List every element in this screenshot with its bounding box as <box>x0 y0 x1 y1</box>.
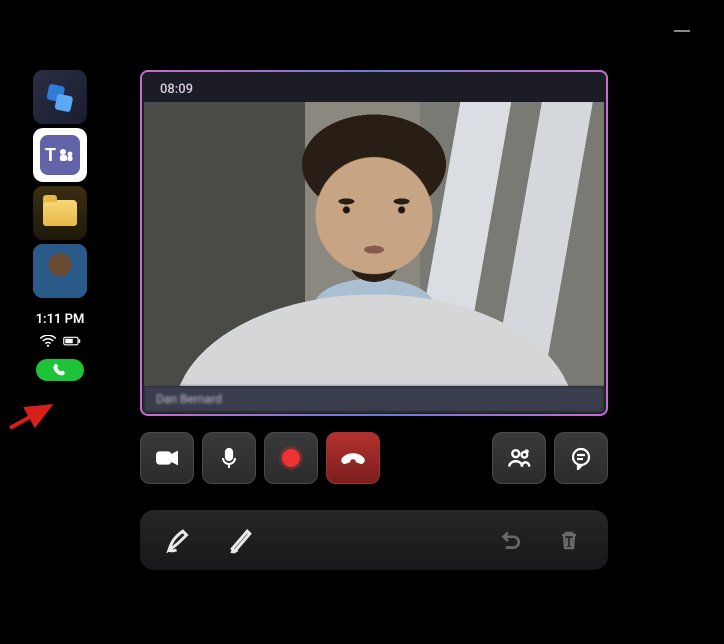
video-feed-container: 08:09 Dan Bernard <box>142 72 606 414</box>
sidebar-tile-files[interactable] <box>33 186 87 240</box>
wifi-icon <box>39 335 57 347</box>
minimize-button[interactable] <box>674 30 690 32</box>
call-controls <box>140 430 608 486</box>
camera-toggle-button[interactable] <box>140 432 194 484</box>
active-call-indicator[interactable] <box>36 359 84 381</box>
people-icon <box>506 445 532 471</box>
undo-icon <box>496 527 522 553</box>
trash-icon <box>557 528 581 552</box>
chat-button[interactable] <box>554 432 608 484</box>
phone-icon <box>52 362 68 378</box>
mic-toggle-button[interactable] <box>202 432 256 484</box>
people-button[interactable] <box>492 432 546 484</box>
sidebar-tile-avatar[interactable] <box>33 244 87 298</box>
record-icon <box>282 449 300 467</box>
hangup-icon <box>339 444 367 472</box>
status-icons <box>39 335 81 347</box>
undo-button[interactable] <box>492 523 526 557</box>
hangup-button[interactable] <box>326 432 380 484</box>
delete-button[interactable] <box>552 523 586 557</box>
record-button[interactable] <box>264 432 318 484</box>
annotation-arrow <box>6 402 60 432</box>
app-screen: T 1:11 PM <box>0 0 724 644</box>
folder-icon <box>43 200 77 226</box>
mic-icon <box>217 446 241 470</box>
camera-icon <box>154 445 180 471</box>
call-timer: 08:09 <box>160 82 193 97</box>
pen-icon <box>164 525 194 555</box>
draw-icon <box>226 525 256 555</box>
participant-name-bar: Dan Bernard <box>144 386 604 412</box>
participant-video[interactable] <box>144 102 604 386</box>
draw-tool-button[interactable] <box>224 523 258 557</box>
video-panel: 08:09 Dan Bernard <box>140 70 608 416</box>
annotation-toolbar <box>140 510 608 570</box>
pen-tool-button[interactable] <box>162 523 196 557</box>
battery-icon <box>63 335 81 347</box>
participant-name: Dan Bernard <box>156 392 222 406</box>
sidebar-tile-teams[interactable]: T <box>33 128 87 182</box>
sidebar: T 1:11 PM <box>30 70 90 381</box>
avatar-icon <box>33 244 87 298</box>
status-time: 1:11 PM <box>36 312 85 327</box>
shapes-icon <box>40 77 80 117</box>
chat-icon <box>569 446 593 470</box>
sidebar-tile-shapes[interactable] <box>33 70 87 124</box>
teams-icon: T <box>40 135 80 175</box>
